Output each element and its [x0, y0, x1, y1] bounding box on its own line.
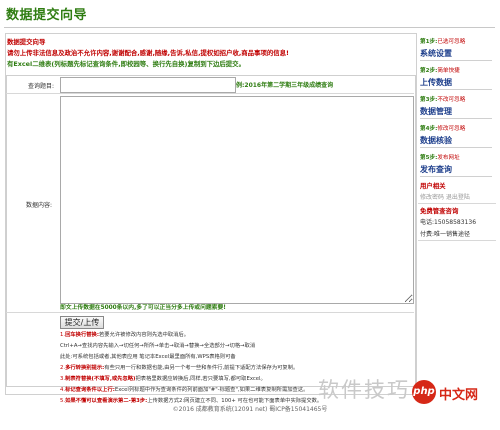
sidebar-step-action[interactable]: 发布查询 [420, 164, 492, 177]
sidebar-step-action[interactable]: 上传数据 [420, 77, 492, 90]
sidebar: 第1步:已选可忽略系统设置第2步:简单快捷上传数据第3步:不改可忽略数据管理第4… [418, 33, 498, 281]
query-title-hint: 例:2016年第二学期三年级成绩查询 [236, 82, 334, 89]
form-row-divider [6, 93, 414, 94]
note-text: Excel列标题中作为查询条件的列前面加"#"-标题查",如果二维表复制所需加查… [114, 387, 309, 393]
data-content-label: 数据内容: [26, 202, 53, 209]
sidebar-step-number: 第4步: [420, 126, 438, 132]
query-title-input[interactable] [60, 77, 236, 93]
watermark-logo: php 中文网 [412, 380, 488, 406]
note-lead: 标记查询条件以上行: [65, 387, 115, 393]
note-text: 此处:可系统包括或者,其他表应用 笔记本Excel最里面所有,WPS表格则可备 [60, 354, 236, 360]
sidebar-step-status: 已选可忽略 [437, 39, 466, 45]
note-item: 3.制表符替换(不填写,或先忽略)把表格里数据应转换后,同样,若只要填写,都可取… [60, 374, 266, 382]
note-lead: 回车换行替换: [65, 332, 99, 338]
contact-section-heading: 免费管查咨询 [420, 207, 459, 215]
note-text: Ctrl+A→查找内容先输入→切任何→所所→单击→取消→替换→全选部分→切格→取… [60, 343, 256, 349]
note-lead: 多行转换别提示: [65, 365, 105, 371]
sidebar-step-label: 第3步:不改可忽略 [420, 95, 465, 103]
sidebar-step-action[interactable]: 数据管理 [420, 106, 492, 119]
intro-instruction: 有Excel二维表(列标题先标记查询条件,即校园等、换行先自换)复制到下边后提交… [7, 60, 245, 68]
sidebar-step-status: 发布网址 [437, 155, 460, 161]
note-text: 若要允许被修改内容则先选中取消后。 [98, 332, 190, 338]
form-row-divider [6, 312, 414, 313]
note-item: 2.多行转换别提示:有些只用一行和数据也能,由另一个考一些和条件行,前提下适配方… [60, 363, 298, 371]
note-item: 4.标记查询条件以上行:Excel列标题中作为查询条件的列前面加"#"-标题查"… [60, 385, 308, 393]
sidebar-step-status: 不改可忽略 [437, 97, 466, 103]
sidebar-step-action[interactable]: 数据核验 [420, 135, 492, 148]
note-text: 把表格里数据应转换后,同样,若只要填写,都可取Excel。 [135, 376, 266, 382]
sidebar-step-label: 第5步:发布网址 [420, 153, 460, 161]
note-item: 1.回车换行替换:若要允许被修改内容则先选中取消后。 [60, 330, 189, 338]
watermark-text: 软件技巧 [318, 378, 410, 402]
sidebar-step-label: 第1步:已选可忽略 [420, 37, 465, 45]
sidebar-step-number: 第3步: [420, 97, 438, 103]
sidebar-step-status: 简单快捷 [437, 68, 460, 74]
data-content-textarea[interactable] [60, 96, 414, 304]
php-logo-icon: php [412, 380, 436, 404]
watermark-logo-text: 中文网 [439, 388, 479, 403]
sidebar-step-action[interactable]: 系统设置 [420, 48, 492, 61]
note-item: 此处:可系统包括或者,其他表应用 笔记本Excel最里面所有,WPS表格则可备 [60, 352, 236, 360]
sidebar-step-label: 第2步:简单快捷 [420, 66, 460, 74]
sidebar-step-number: 第2步: [420, 68, 438, 74]
contact-phone: 电话:15058583136 [420, 219, 477, 226]
query-title-label: 查询题目: [28, 83, 55, 90]
note-item: 5.如果不懂可以查看演示第二-第3步:上传数据方式2:网页建立不同、100+ 可… [60, 396, 322, 404]
user-links[interactable]: 修改密码 退出登陆 [420, 192, 470, 201]
sidebar-step-number: 第5步: [420, 155, 438, 161]
intro-heading: 数据提交向导 [7, 38, 46, 46]
user-section-heading: 用户相关 [420, 182, 446, 190]
title-divider [4, 27, 495, 28]
note-text: 有些只用一行和数据也能,由另一个考一些和条件行,前提下适配方法保存为可复制。 [104, 365, 299, 371]
sidebar-step-number: 第1步: [420, 39, 438, 45]
sidebar-step-status: 修改可忽略 [437, 126, 466, 132]
page-title: 数据提交向导 [6, 8, 88, 23]
contact-payment: 付费:唯一销售途径 [420, 231, 471, 238]
note-lead: 制表符替换(不填写,或先忽略) [65, 376, 136, 382]
submit-upload-button[interactable]: 提交/上传 [60, 316, 104, 329]
sidebar-divider [418, 203, 496, 204]
note-item: Ctrl+A→查找内容先输入→切任何→所所→单击→取消→替换→全选部分→切格→取… [60, 341, 255, 349]
sidebar-step-label: 第4步:修改可忽略 [420, 124, 465, 132]
sidebar-divider [418, 240, 496, 241]
data-content-tip: 即文上传数据在5000条以内,多了可以正当分多上传或问题索要! [60, 305, 226, 311]
intro-warning: 请勿上传非法信息及政治不允许内容,谢谢配合,感谢,随缘,告诉,私信,提权如招户收… [7, 49, 289, 57]
